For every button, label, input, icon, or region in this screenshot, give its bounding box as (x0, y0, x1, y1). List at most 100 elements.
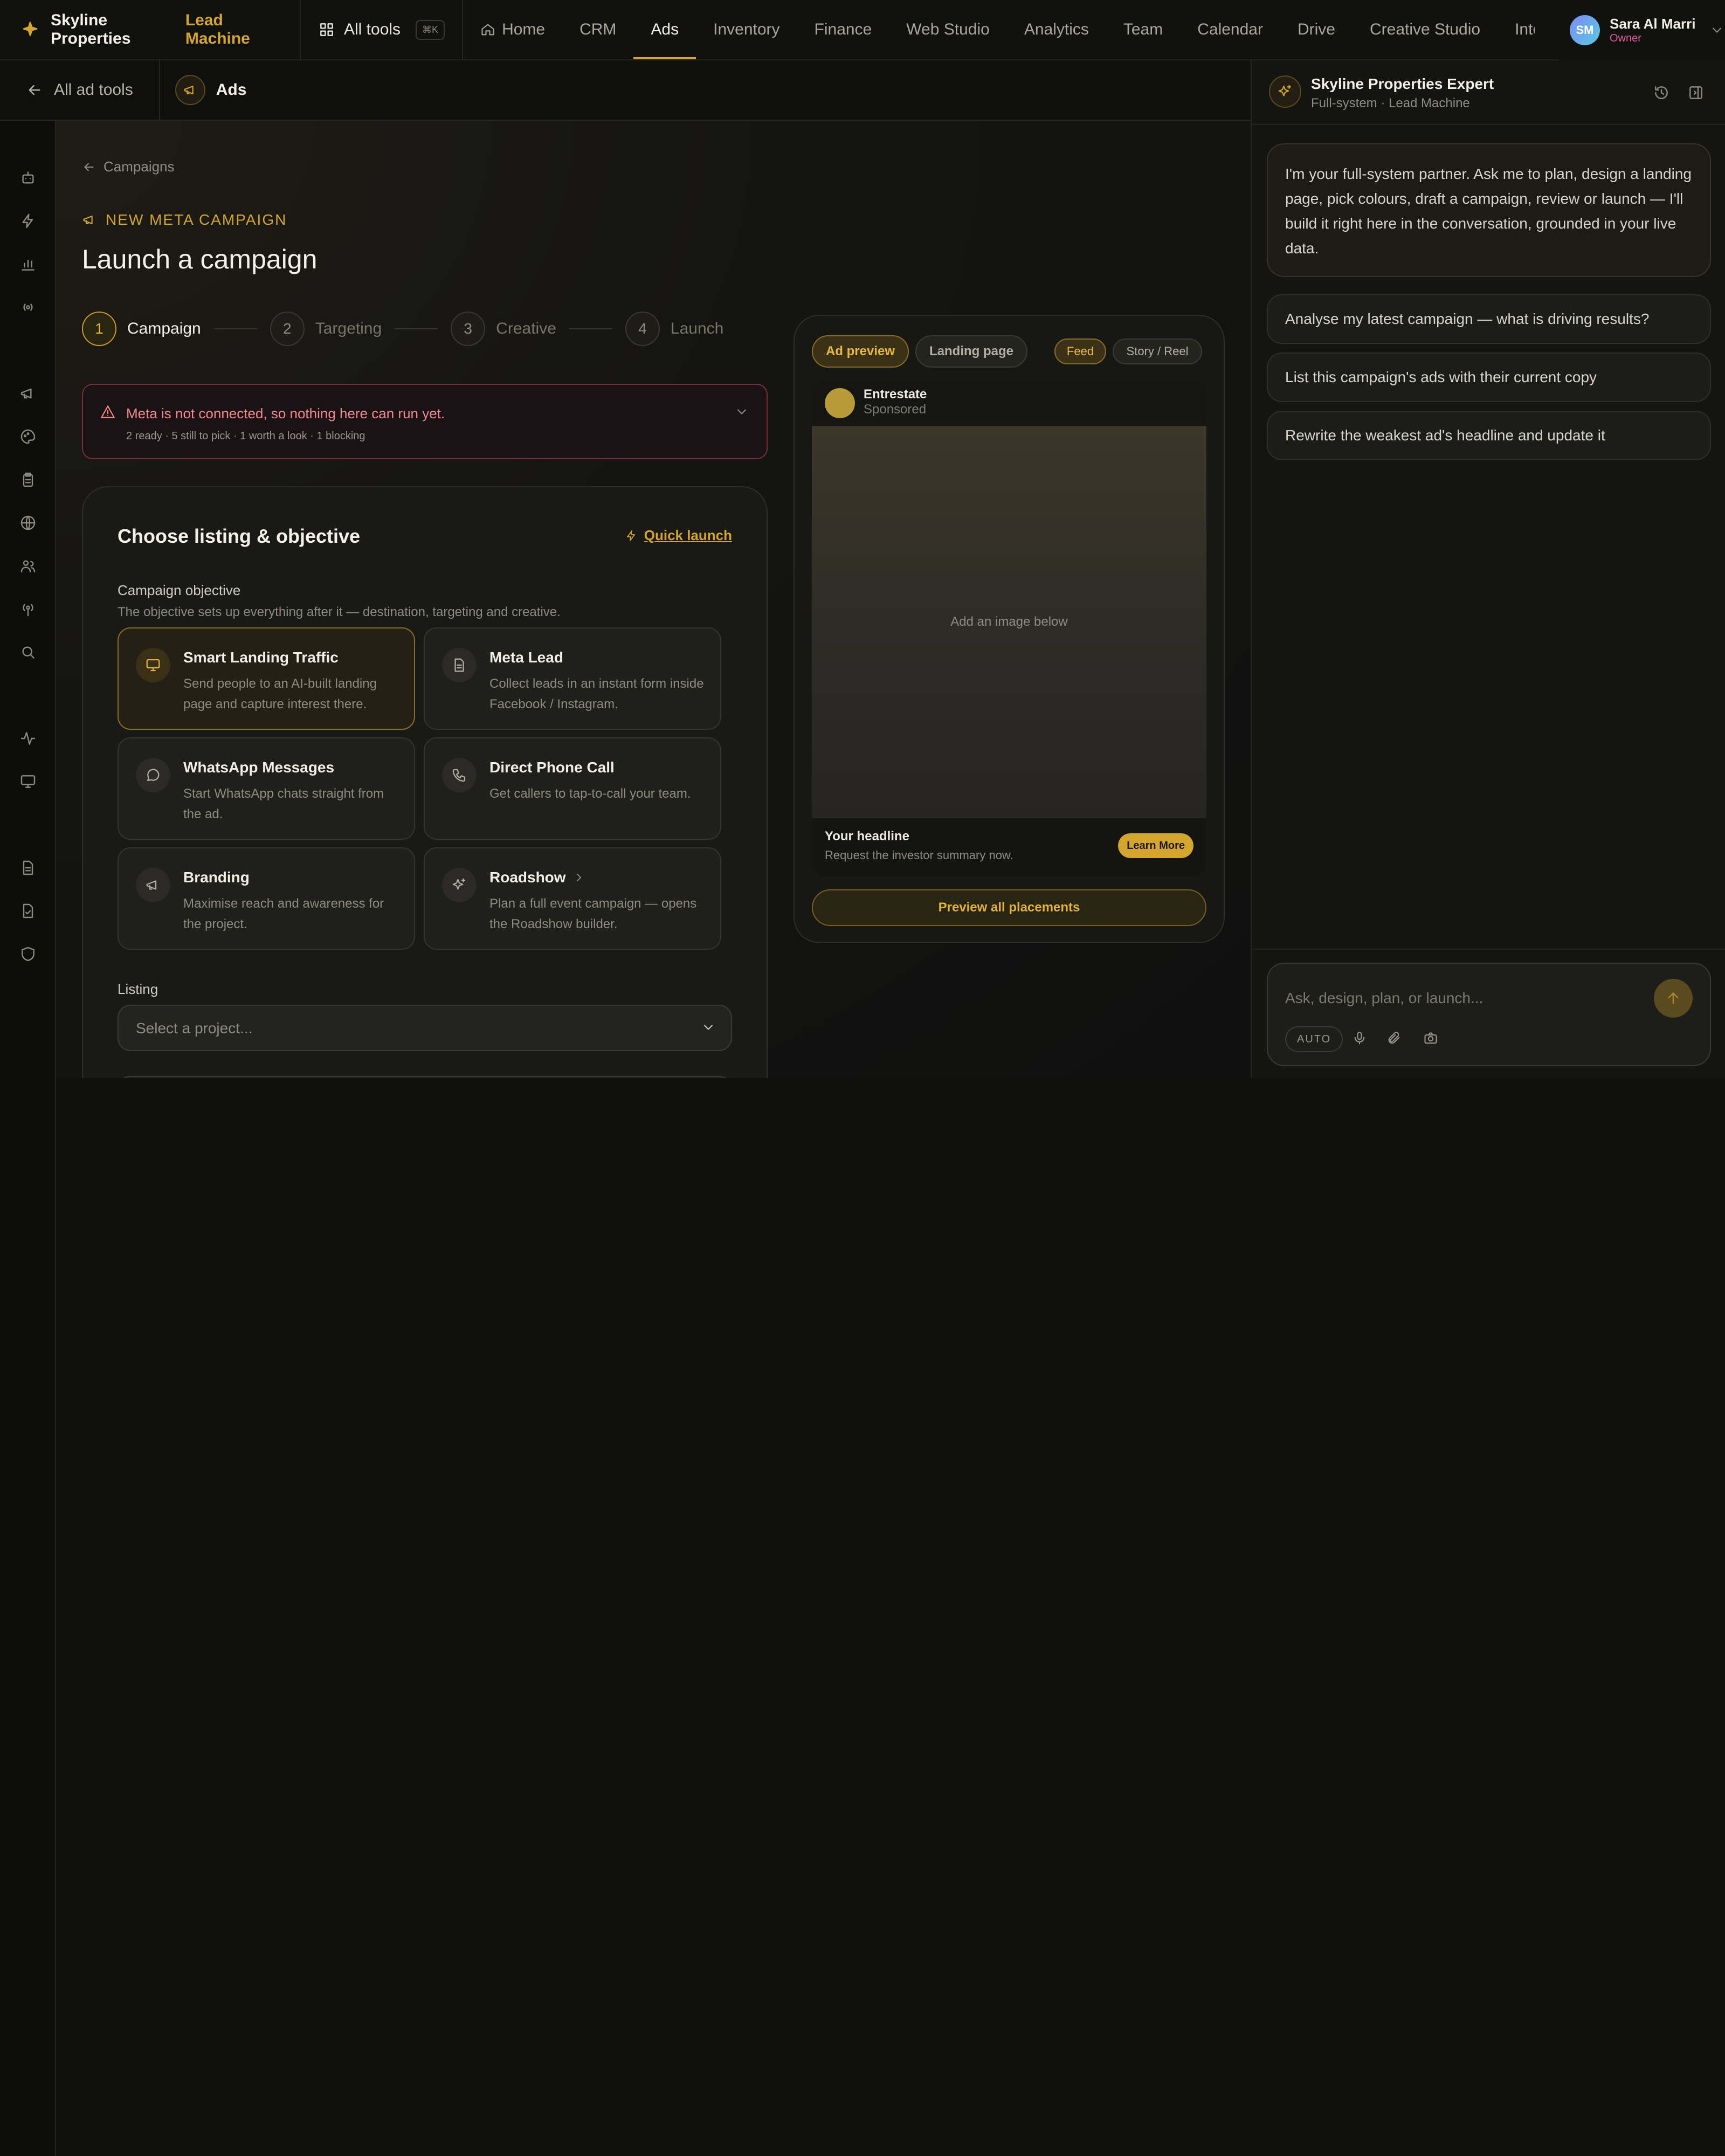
step-number: 4 (625, 312, 660, 346)
bot-icon[interactable] (19, 169, 37, 186)
objective-whatsapp-messages[interactable]: WhatsApp Messages Start WhatsApp chats s… (118, 737, 415, 840)
step-targeting[interactable]: 2 Targeting (270, 312, 382, 346)
quick-launch-link[interactable]: Quick launch (625, 527, 732, 544)
option-title: Branding (183, 869, 250, 886)
megaphone-icon (82, 212, 97, 227)
tab-ad-preview[interactable]: Ad preview (812, 335, 909, 368)
chevron-down-icon (1709, 23, 1724, 38)
monitor-icon (136, 648, 170, 682)
activity-icon[interactable] (19, 730, 37, 747)
objective-direct-phone-call[interactable]: Direct Phone Call Get callers to tap-to-… (424, 737, 721, 840)
cta-learn-more[interactable]: Learn More (1118, 833, 1193, 858)
tab-landing-page[interactable]: Landing page (915, 335, 1027, 368)
mode-toggle[interactable]: AUTO (1285, 1026, 1343, 1052)
option-title: WhatsApp Messages (183, 759, 335, 776)
sparkle-icon (1269, 75, 1301, 108)
objective-smart-landing-traffic[interactable]: Smart Landing Traffic Send people to an … (118, 627, 415, 730)
page-title: Launch a campaign (82, 244, 318, 274)
nav-calendar[interactable]: Calendar (1180, 0, 1280, 59)
composer-input[interactable]: Ask, design, plan, or launch... (1285, 990, 1483, 1007)
microphone-icon[interactable] (1352, 1031, 1367, 1046)
nav-web-studio[interactable]: Web Studio (889, 0, 1007, 59)
bolt-icon[interactable] (19, 212, 37, 230)
suggestion-chip[interactable]: List this campaign's ads with their curr… (1267, 353, 1711, 402)
connection-warning[interactable]: Meta is not connected, so nothing here c… (82, 384, 768, 459)
bar-chart-icon[interactable] (19, 255, 37, 273)
history-icon[interactable] (1653, 84, 1670, 101)
search-icon[interactable] (19, 644, 37, 661)
bolt-icon (625, 529, 638, 542)
step-number: 2 (270, 312, 305, 346)
camera-icon[interactable] (1423, 1031, 1438, 1046)
file-icon (442, 648, 477, 682)
step-label: Launch (670, 320, 724, 337)
nav-drive[interactable]: Drive (1280, 0, 1353, 59)
shield-icon[interactable] (19, 945, 37, 963)
composer[interactable]: Ask, design, plan, or launch... AUTO (1267, 963, 1711, 1066)
user-menu[interactable]: SM Sara Al Marri Owner (1559, 0, 1725, 60)
step-divider (213, 328, 257, 329)
nav-home[interactable]: Home (463, 0, 562, 59)
placement-story-reel[interactable]: Story / Reel (1113, 338, 1202, 364)
send-icon[interactable] (1654, 979, 1693, 1018)
paperclip-icon[interactable] (1386, 1031, 1402, 1046)
nav-creative-studio[interactable]: Creative Studio (1353, 0, 1498, 59)
suggestion-chip[interactable]: Analyse my latest campaign — what is dri… (1267, 294, 1711, 344)
antenna-icon[interactable] (19, 600, 37, 618)
ad-subline: Request the investor summary now. (825, 848, 1013, 862)
chevron-down-icon[interactable] (734, 404, 749, 419)
step-creative[interactable]: 3 Creative (451, 312, 556, 346)
breadcrumb[interactable]: Campaigns (82, 158, 175, 175)
monitor-icon[interactable] (19, 773, 37, 790)
step-label: Targeting (315, 320, 382, 337)
ad-mockup: Entrestate Sponsored Add an image below … (812, 381, 1206, 876)
step-launch[interactable]: 4 Launch (625, 312, 723, 346)
placement-feed[interactable]: Feed (1054, 338, 1106, 364)
listing-select[interactable]: Select a project... (118, 1005, 732, 1051)
nav-ads[interactable]: Ads (633, 0, 696, 59)
nav-team[interactable]: Team (1106, 0, 1180, 59)
brand[interactable]: Skyline Properties Lead Machine (0, 0, 301, 59)
users-icon[interactable] (19, 557, 37, 575)
main-content: Campaigns NEW META CAMPAIGN Launch a cam… (56, 121, 1251, 1078)
alert-triangle-icon (100, 404, 115, 419)
option-desc: Start WhatsApp chats straight from the a… (183, 786, 384, 821)
objective-branding[interactable]: Branding Maximise reach and awareness fo… (118, 847, 415, 950)
objective-meta-lead[interactable]: Meta Lead Collect leads in an instant fo… (424, 627, 721, 730)
step-label: Creative (496, 320, 556, 337)
all-tools-label: All tools (344, 20, 401, 38)
palette-icon[interactable] (19, 428, 37, 445)
globe-icon[interactable] (19, 514, 37, 531)
broadcast-icon[interactable] (19, 299, 37, 316)
home-icon (480, 22, 495, 37)
sponsored-label: Sponsored (864, 402, 927, 417)
warning-summary: 2 ready · 5 still to pick · 1 worth a lo… (126, 430, 365, 442)
objective-roadshow[interactable]: Roadshow Plan a full event campaign — op… (424, 847, 721, 950)
all-tools-button[interactable]: All tools ⌘K (301, 0, 464, 59)
arrow-left-icon (26, 81, 43, 99)
ad-image-placeholder[interactable]: Add an image below (812, 426, 1206, 818)
nav-integrations[interactable]: Integ (1498, 0, 1535, 59)
megaphone-icon[interactable] (19, 385, 37, 402)
section-crumb: Ads (160, 75, 262, 105)
objective-label: Campaign objective (118, 582, 241, 598)
file-icon[interactable] (19, 859, 37, 876)
warning-title: Meta is not connected, so nothing here c… (126, 405, 445, 421)
nav-inventory[interactable]: Inventory (696, 0, 797, 59)
nav-analytics[interactable]: Analytics (1007, 0, 1106, 59)
secondary-field[interactable] (118, 1076, 732, 1078)
brand-name: Skyline Properties (51, 11, 131, 47)
clipboard-icon[interactable] (19, 471, 37, 488)
file-check-icon[interactable] (19, 902, 37, 920)
back-to-ad-tools[interactable]: All ad tools (0, 60, 160, 120)
nav-finance[interactable]: Finance (797, 0, 889, 59)
nav-crm[interactable]: CRM (562, 0, 633, 59)
option-desc: Get callers to tap-to-call your team. (489, 786, 691, 801)
assistant-title: Skyline Properties Expert (1311, 75, 1494, 92)
assistant-header: Skyline Properties Expert Full-system · … (1252, 60, 1725, 125)
preview-all-placements-button[interactable]: Preview all placements (812, 889, 1206, 926)
step-campaign[interactable]: 1 Campaign (82, 312, 201, 346)
ad-headline: Your headline (825, 829, 909, 844)
suggestion-chip[interactable]: Rewrite the weakest ad's headline and up… (1267, 411, 1711, 460)
collapse-panel-icon[interactable] (1687, 84, 1705, 101)
